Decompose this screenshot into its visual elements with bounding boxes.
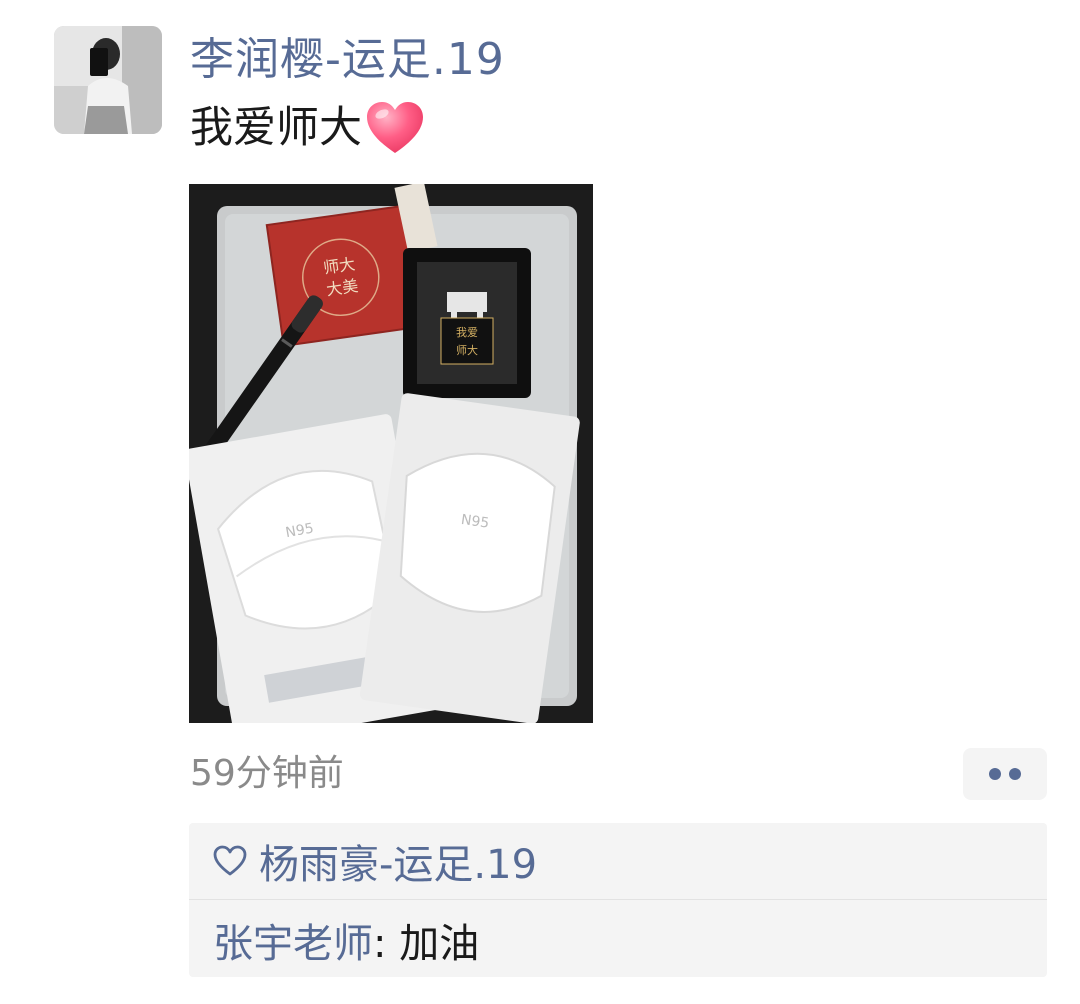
author-avatar[interactable] <box>54 26 162 134</box>
more-dots-icon[interactable] <box>963 748 1047 800</box>
comment-item[interactable]: 张宇老师: 加油 <box>213 917 479 971</box>
more-dot <box>989 768 1001 780</box>
post-text-content: 我爱师大 <box>190 103 362 153</box>
comment-author[interactable]: 张宇老师 <box>213 921 373 967</box>
moments-post: 李润樱-运足.19 我爱师大 师大 大美 我爱 师大 N95 N95 59分钟前… <box>0 0 1080 1004</box>
panel-divider <box>189 899 1047 900</box>
more-dot <box>1009 768 1021 780</box>
liker-name[interactable]: 杨雨豪-运足.19 <box>259 832 537 890</box>
post-time: 59分钟前 <box>190 753 344 794</box>
likes-row: 杨雨豪-运足.19 <box>189 823 1047 899</box>
frame-text-1: 我爱 <box>456 326 478 339</box>
interaction-panel: 杨雨豪-运足.19 张宇老师: 加油 <box>189 823 1047 977</box>
frame-text-2: 师大 <box>456 343 478 357</box>
heart-icon <box>364 99 426 157</box>
author-name[interactable]: 李润樱-运足.19 <box>190 30 505 90</box>
post-photo[interactable]: 师大 大美 我爱 师大 N95 N95 <box>189 184 593 723</box>
heart-outline-icon <box>213 844 247 878</box>
comment-text: 加油 <box>399 921 480 967</box>
post-text: 我爱师大 <box>190 98 426 158</box>
comment-separator: : <box>373 921 400 967</box>
